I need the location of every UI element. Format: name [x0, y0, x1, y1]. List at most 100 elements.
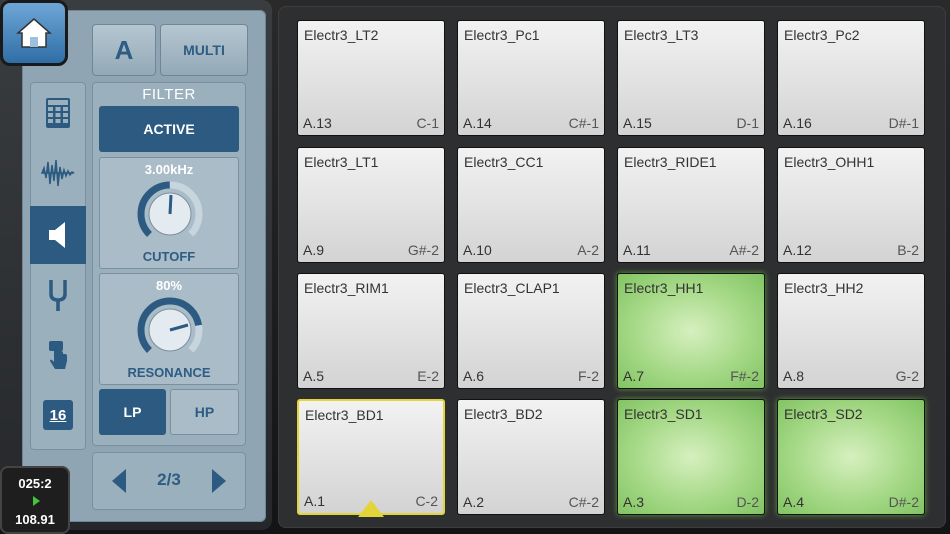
- pad-id-label: A.15: [623, 115, 652, 131]
- drum-pad[interactable]: Electr3_LT3 A.15 D-1: [617, 20, 765, 136]
- resonance-knob[interactable]: [134, 294, 206, 360]
- pad-note-label: D#-1: [888, 115, 919, 131]
- lowpass-button[interactable]: LP: [99, 389, 166, 435]
- pad-name-label: Electr3_Pc2: [784, 27, 860, 43]
- control-panel: A MULTI 16 FILTER ACTIVE 3.00kHz CUTOFF …: [0, 0, 272, 530]
- sidebar: 16: [30, 82, 86, 450]
- sidebar-item-touch[interactable]: [30, 326, 86, 384]
- pad-name-label: Electr3_SD1: [624, 406, 703, 422]
- pad-note-label: F-2: [578, 368, 599, 384]
- pad-name-label: Electr3_LT2: [304, 27, 379, 43]
- pad-name-label: Electr3_HH1: [624, 280, 704, 296]
- pad-name-label: Electr3_BD2: [464, 406, 543, 422]
- pad-id-label: A.8: [783, 368, 805, 384]
- resonance-value: 80%: [155, 278, 183, 293]
- app-root: A MULTI 16 FILTER ACTIVE 3.00kHz CUTOFF …: [0, 0, 950, 534]
- hand-press-icon: [49, 341, 67, 369]
- drum-pad[interactable]: Electr3_RIM1 A.5 E-2: [297, 273, 445, 389]
- pad-id-label: A.7: [623, 368, 645, 384]
- resonance-label: RESONANCE: [127, 365, 211, 380]
- drum-pad[interactable]: Electr3_CLAP1 A.6 F-2: [457, 273, 605, 389]
- cutoff-control: 3.00kHz CUTOFF: [99, 157, 239, 269]
- 16-badge-icon: 16: [43, 400, 73, 430]
- pad-id-label: A.13: [303, 115, 332, 131]
- pad-id-label: A.14: [463, 115, 492, 131]
- drum-pad[interactable]: Electr3_OHH1 A.12 B-2: [777, 147, 925, 263]
- drum-pad[interactable]: Electr3_Pc2 A.16 D#-1: [777, 20, 925, 136]
- pad-id-label: A.11: [623, 242, 651, 258]
- filter-section: FILTER ACTIVE 3.00kHz CUTOFF 80% RESONAN…: [92, 82, 246, 446]
- play-icon: [33, 496, 40, 506]
- pad-name-label: Electr3_CC1: [464, 154, 544, 170]
- pad-name-label: Electr3_BD1: [305, 407, 384, 423]
- pad-note-label: C-2: [415, 493, 438, 509]
- drum-pad[interactable]: Electr3_HH2 A.8 G-2: [777, 273, 925, 389]
- drum-pad[interactable]: Electr3_LT2 A.13 C-1: [297, 20, 445, 136]
- pad-note-label: G-2: [895, 368, 919, 384]
- filter-title: FILTER: [142, 86, 196, 103]
- pad-id-label: A.2: [463, 494, 485, 510]
- pad-name-label: Electr3_Pc1: [464, 27, 540, 43]
- pad-id-label: A.6: [463, 368, 485, 384]
- pad-name-label: Electr3_OHH1: [784, 154, 875, 170]
- grid-icon: [46, 98, 70, 128]
- pad-name-label: Electr3_LT3: [624, 27, 699, 43]
- multi-button[interactable]: MULTI: [160, 24, 248, 76]
- pad-note-label: D-1: [736, 115, 759, 131]
- drum-pad[interactable]: Electr3_SD2 A.4 D#-2: [777, 399, 925, 515]
- pad-name-label: Electr3_RIDE1: [624, 154, 717, 170]
- transport-display[interactable]: 025:2 108.91: [0, 466, 70, 534]
- sidebar-item-speaker[interactable]: [30, 206, 86, 264]
- pad-note-label: E-2: [417, 368, 439, 384]
- pad-note-label: F#-2: [730, 368, 759, 384]
- pad-id-label: A.12: [783, 242, 812, 258]
- pad-name-label: Electr3_LT1: [304, 154, 379, 170]
- cutoff-value: 3.00kHz: [144, 162, 194, 177]
- pad-note-label: D#-2: [888, 494, 919, 510]
- bank-a-button[interactable]: A: [92, 24, 156, 76]
- cutoff-knob[interactable]: [134, 178, 206, 244]
- next-page-icon[interactable]: [212, 469, 226, 493]
- pad-id-label: A.9: [303, 242, 325, 258]
- highpass-button[interactable]: HP: [170, 389, 239, 435]
- pad-id-label: A.1: [304, 493, 326, 509]
- drum-pad[interactable]: Electr3_Pc1 A.14 C#-1: [457, 20, 605, 136]
- pad-id-label: A.5: [303, 368, 325, 384]
- home-button[interactable]: [0, 0, 68, 66]
- sidebar-item-grid[interactable]: [30, 84, 86, 142]
- pad-name-label: Electr3_HH2: [784, 280, 864, 296]
- home-icon: [16, 18, 52, 48]
- pad-note-label: G#-2: [407, 242, 439, 258]
- waveform-icon: [41, 159, 75, 187]
- pad-note-label: C#-2: [568, 494, 599, 510]
- drum-pad[interactable]: Electr3_CC1 A.10 A-2: [457, 147, 605, 263]
- drum-pad[interactable]: Electr3_RIDE1 A.11 A#-2: [617, 147, 765, 263]
- drum-pad[interactable]: Electr3_HH1 A.7 F#-2: [617, 273, 765, 389]
- resonance-control: 80% RESONANCE: [99, 273, 239, 385]
- pad-id-label: A.3: [623, 494, 645, 510]
- sidebar-item-waveform[interactable]: [30, 144, 86, 202]
- pad-id-label: A.10: [463, 242, 492, 258]
- pad-id-label: A.16: [783, 115, 812, 131]
- cutoff-label: CUTOFF: [142, 249, 196, 264]
- sidebar-item-16[interactable]: 16: [30, 386, 86, 444]
- song-position: 025:2: [18, 476, 52, 491]
- pad-note-label: C#-1: [568, 115, 599, 131]
- drum-pad[interactable]: Electr3_BD2 A.2 C#-2: [457, 399, 605, 515]
- pad-id-label: A.4: [783, 494, 805, 510]
- tuning-fork-icon: [49, 280, 67, 311]
- drum-pad[interactable]: Electr3_LT1 A.9 G#-2: [297, 147, 445, 263]
- pad-page-navigator: 2/3: [92, 452, 246, 510]
- sidebar-item-tuning[interactable]: [30, 266, 86, 324]
- pad-note-label: D-2: [736, 494, 759, 510]
- pad-note-label: A-2: [577, 242, 599, 258]
- pad-note-label: A#-2: [729, 242, 759, 258]
- pad-note-label: C-1: [416, 115, 439, 131]
- pad-name-label: Electr3_RIM1: [304, 280, 389, 296]
- pad-name-label: Electr3_CLAP1: [464, 280, 560, 296]
- filter-active-button[interactable]: ACTIVE: [99, 106, 239, 152]
- pad-note-label: B-2: [897, 242, 919, 258]
- drum-pad[interactable]: Electr3_SD1 A.3 D-2: [617, 399, 765, 515]
- selected-pad-marker-icon: [358, 500, 384, 517]
- drum-pad[interactable]: Electr3_BD1 A.1 C-2: [297, 399, 445, 515]
